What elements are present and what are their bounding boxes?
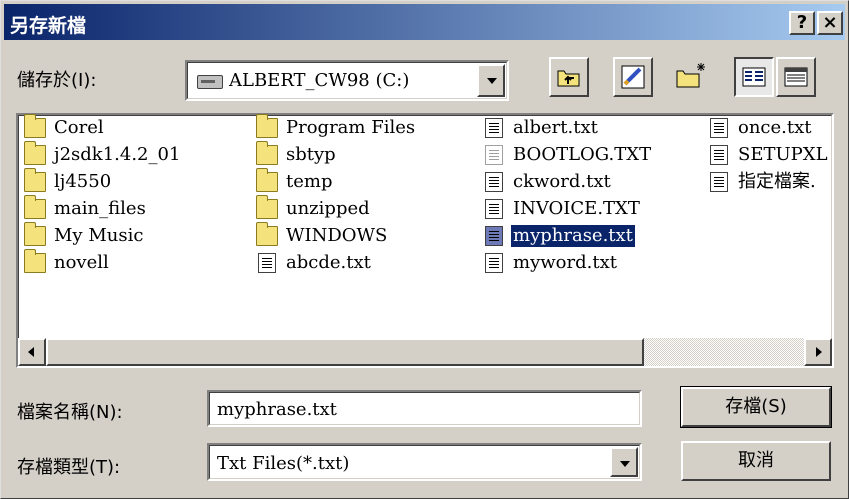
window-title: 另存新檔 [10,15,87,37]
item-name: once.txt [738,117,812,138]
text-file-icon [710,145,728,165]
filename-value: myphrase.txt [217,399,337,420]
help-button[interactable]: ? [789,11,815,35]
list-view-button[interactable] [734,57,774,97]
close-button[interactable]: × [817,11,843,35]
folder-icon [24,249,46,273]
text-file-icon [485,253,503,273]
details-view-icon [784,67,808,87]
new-folder-button[interactable] [671,57,711,97]
item-name: My Music [54,225,144,246]
filename-label: 檔案名稱(N): [17,402,123,423]
save-as-dialog: 另存新檔 ? × 儲存於(I): ALBERT_CW98 (C:) Corel … [0,0,849,499]
save-in-label: 儲存於(I): [17,70,97,91]
text-file-icon [710,118,728,138]
item-name: WINDOWS [286,225,388,246]
filename-input[interactable]: myphrase.txt [207,390,642,427]
title-bar[interactable]: 另存新檔 ? × [4,4,845,40]
save-in-combobox[interactable]: ALBERT_CW98 (C:) [185,60,509,101]
folder-icon [24,141,46,165]
item-name: myphrase.txt [511,225,635,247]
item-name: myword.txt [513,252,617,273]
folder-icon [256,195,278,219]
scroll-left-button[interactable] [18,338,46,366]
text-file-icon [485,172,503,192]
desktop-icon [621,65,645,89]
item-name: sbtyp [286,144,336,165]
item-name: BOOTLOG.TXT [513,144,652,165]
filetype-dropdown-button[interactable] [610,447,638,477]
scroll-right-button[interactable] [804,338,832,366]
item-name: novell [54,252,109,273]
cancel-button[interactable]: 取消 [681,441,831,481]
filetype-label: 存檔類型(T): [17,457,121,478]
save-button[interactable]: 存檔(S) [680,386,832,428]
arrow-right-icon [816,347,822,357]
item-name: j2sdk1.4.2_01 [54,144,181,165]
item-name: albert.txt [513,117,598,138]
folder-icon [256,222,278,246]
list-view-icon [742,67,766,87]
details-view-button[interactable] [776,57,816,97]
folder-icon [24,114,46,138]
scrollbar-thumb[interactable] [46,338,644,366]
text-file-icon [710,172,728,192]
item-name: abcde.txt [286,252,371,273]
text-file-icon [485,226,503,246]
item-name: Corel [54,117,104,138]
folder-icon [24,168,46,192]
item-name: unzipped [286,198,370,219]
arrow-left-icon [28,347,34,357]
item-name: INVOICE.TXT [513,198,640,219]
save-in-value: ALBERT_CW98 (C:) [229,70,410,91]
desktop-button[interactable] [613,57,653,97]
horizontal-scrollbar[interactable] [18,338,832,366]
text-file-icon [485,145,503,165]
folder-icon [256,168,278,192]
folder-icon [256,114,278,138]
item-name: lj4550 [54,171,112,192]
up-one-level-button[interactable] [549,57,589,97]
folder-icon [24,222,46,246]
new-folder-icon [676,63,705,88]
text-file-icon [485,118,503,138]
text-file-icon [258,253,276,273]
item-name: Program Files [286,117,416,138]
folder-icon [256,141,278,165]
hard-drive-icon [197,75,223,89]
save-in-dropdown-button[interactable] [477,64,505,97]
file-list-items: Corel j2sdk1.4.2_01 lj4550 main_files My Mus… [16,113,834,368]
item-name: ckword.txt [513,171,611,192]
item-name: 指定檔案. [738,171,816,192]
item-name: temp [286,171,333,192]
folder-icon [24,195,46,219]
filetype-combobox[interactable]: Txt Files(*.txt) [207,443,642,481]
item-name: main_files [54,198,146,219]
filetype-value: Txt Files(*.txt) [217,453,350,474]
item-name: SETUPXL [738,144,828,165]
up-one-level-icon [557,70,580,87]
text-file-icon [485,199,503,219]
